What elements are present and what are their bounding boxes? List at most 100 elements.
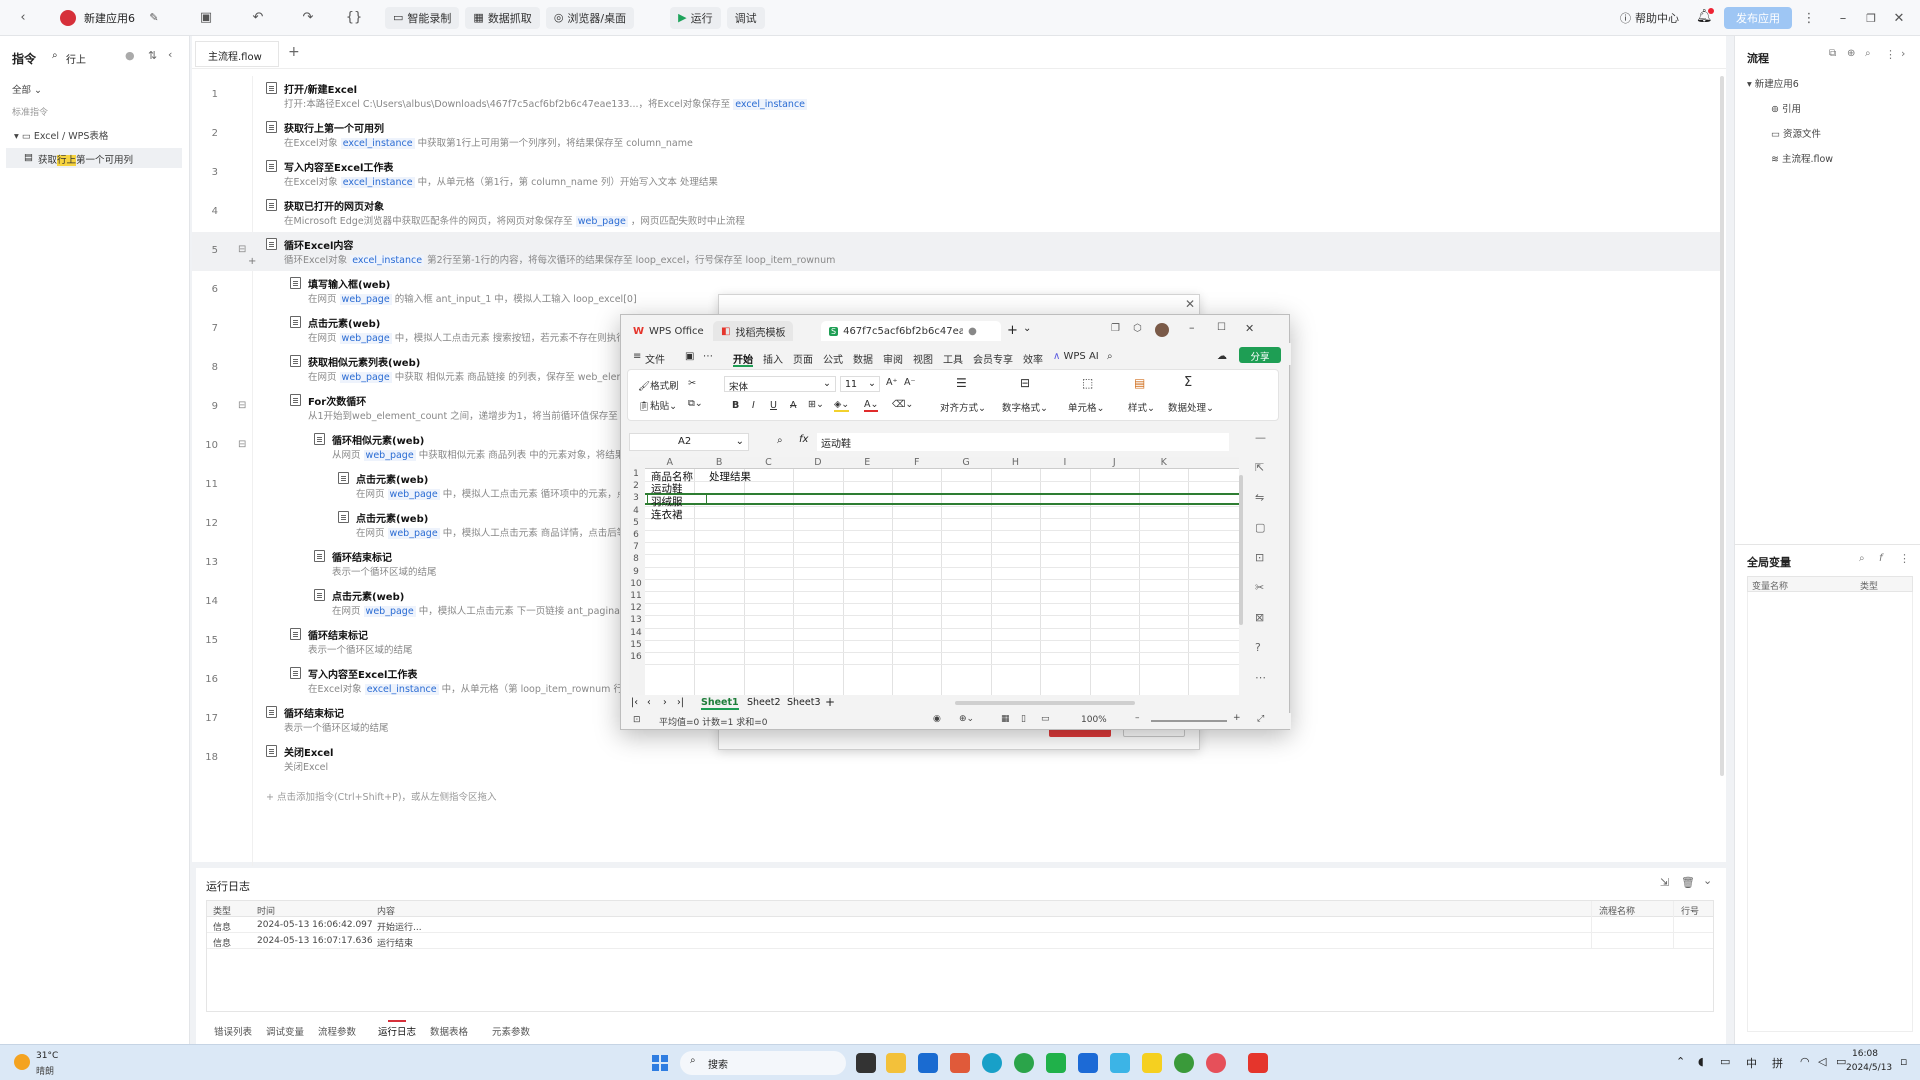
macro-icon[interactable]: ⊡ [633,715,641,725]
flow-add-icon[interactable]: ⊕ [1847,48,1855,59]
cut-icon[interactable]: ✂ [688,378,696,389]
flow-search-icon[interactable]: ⌕ [1865,48,1871,59]
template-tab[interactable]: ◧ 找稻壳模板 [713,321,794,341]
more-icon[interactable]: ⋮ [1796,7,1822,29]
border-icon[interactable]: ⊞⌄ [808,399,824,410]
weather-temp[interactable]: 31°C [36,1051,58,1061]
sheet-grid[interactable]: ABCDEFGHIJK 1 2 3 4 5 6 7 8 9 10 11 12 13 14 15 16 商品名称… [629,457,1239,695]
tab-flow-params[interactable]: 流程参数 [318,1024,356,1038]
collapse-log-icon[interactable]: ⌄ [1703,874,1712,887]
scope-dropdown[interactable]: 全部 ⌄ [12,82,42,96]
wps-close-icon[interactable]: ✕ [1245,322,1254,335]
app-title[interactable]: 新建应用6 [84,10,135,26]
ime-layout[interactable]: 拼 [1772,1055,1783,1071]
zoom-search-icon[interactable]: ⌕ [777,435,783,446]
image-tool-icon[interactable]: ⊡ [1255,551,1264,564]
tree-item-resources[interactable]: ▭ 资源文件 [1771,126,1821,140]
page-view-icon[interactable]: ▯ [1021,714,1026,724]
clear-log-icon[interactable]: 🗑︎ [1681,876,1695,889]
workbook-tab[interactable]: S 467f7c5acf6bf2b6c47eae1... ● [821,321,1001,341]
menu-tools[interactable]: 工具 [943,351,963,366]
strike-icon[interactable]: A [790,400,797,411]
filter-icon[interactable]: ⇅ [148,49,157,62]
row-header[interactable]: 15 [629,640,643,650]
font-name-select[interactable]: 宋体 ⌄ [724,376,836,393]
file-explorer-icon[interactable] [886,1053,906,1073]
row-header[interactable]: 3 [629,493,643,503]
style-button[interactable]: 样式⌄ [1128,400,1155,414]
fill-color-icon[interactable]: ◈⌄ [834,399,850,412]
cell-icon[interactable]: ⬚ [1082,376,1093,390]
number-format-icon[interactable]: ⊟ [1020,376,1030,390]
row-header[interactable]: 11 [629,591,643,601]
add-sheet-icon[interactable]: + [825,695,835,709]
flow-step[interactable]: 5 循环Excel内容 循环Excel对象 excel_instance 第2行至第… [192,232,1722,271]
menu-view[interactable]: 视图 [913,351,933,366]
excel-group[interactable]: ▾ ▭ Excel / WPS表格 [14,128,108,142]
font-color-icon[interactable]: A⌄ [864,399,879,412]
web-desktop-button[interactable]: ◎ 浏览器/桌面 [545,6,635,29]
scissors-tool-icon[interactable]: ✂ [1255,581,1264,594]
app-icon-6[interactable] [1206,1053,1226,1073]
copy-icon[interactable]: ⧉⌄ [688,398,703,409]
user-avatar[interactable] [1155,323,1169,337]
app-icon-1[interactable] [950,1053,970,1073]
flow-step[interactable]: 2 获取行上第一个可用列 在Excel对象 excel_instance 中获取第1… [192,115,1722,154]
save-doc-icon[interactable]: ▣ [685,351,694,362]
zoom-level[interactable]: 100% [1081,715,1107,725]
cloud-icon[interactable]: ☁ [1217,351,1227,362]
formula-input[interactable]: 运动鞋 [817,433,1229,451]
corner-select[interactable] [629,457,645,469]
task-view-icon[interactable] [856,1053,876,1073]
row-header[interactable]: 9 [629,567,643,577]
add-tab-icon[interactable]: + [288,44,300,60]
format-brush-button[interactable]: 🖌︎格式刷 [638,378,679,392]
column-header[interactable]: K [1139,457,1188,468]
variable-chip[interactable]: web_page [363,450,416,461]
collapse-block-icon[interactable]: ⊟ [238,400,246,411]
share-button[interactable]: 分享 [1239,347,1281,363]
editor-scrollbar[interactable] [1720,76,1724,776]
flow-action-icon[interactable]: ⧉ [1829,48,1836,59]
table-row[interactable]: 信息 2024-05-13 16:06:42.097 开始运行... [207,917,1713,933]
menu-icon[interactable]: ≡ [633,351,641,362]
wps-taskbar-icon[interactable] [1248,1053,1268,1073]
variable-chip[interactable]: web_page [387,528,440,539]
tray-app-icon[interactable]: ▭ [1720,1055,1730,1068]
decrease-font-icon[interactable]: A⁻ [904,377,916,388]
tab-close-icon[interactable]: ● [968,326,977,337]
collapse-panel-icon[interactable]: ‹ [168,48,172,61]
tab-run-log[interactable]: 运行日志 [378,1024,416,1038]
app-icon-4[interactable] [1142,1053,1162,1073]
command-search-input[interactable]: 行上 [66,51,116,66]
column-header[interactable]: H [991,457,1040,468]
bold-icon[interactable]: B [732,400,739,411]
edge-icon[interactable] [982,1053,1002,1073]
back-icon[interactable]: ‹ [10,7,36,29]
volume-icon[interactable]: ◁ [1818,1055,1826,1068]
row-header[interactable]: 7 [629,542,643,552]
wps-ai-button[interactable]: ∧ WPS AI [1053,351,1099,362]
wps-maximize-icon[interactable]: ☐ [1217,322,1226,333]
minimize-icon[interactable]: – [1830,7,1856,29]
cell-a4[interactable]: 连衣裙 [651,507,683,522]
variable-chip[interactable]: excel_instance [340,138,415,149]
italic-icon[interactable]: I [752,400,755,411]
sheet-tab-2[interactable]: Sheet2 [747,697,781,708]
tab-list-icon[interactable]: ⌄ [1023,323,1031,334]
add-command-hint[interactable]: + 点击添加指令(Ctrl+Shift+P)，或从左侧指令区拖入 [266,789,497,803]
zoom-out-icon[interactable]: – [1135,713,1140,723]
comment-tool-icon[interactable]: ▢ [1255,521,1265,534]
row-header[interactable]: 8 [629,554,643,564]
dialog-close-icon[interactable]: ✕ [1185,297,1195,311]
data-capture-button[interactable]: ▦ 数据抓取 [465,6,540,29]
variable-chip[interactable]: excel_instance [364,684,439,695]
debug-button[interactable]: 调试 [726,6,765,29]
first-sheet-icon[interactable]: |‹ [631,697,638,708]
cube-icon[interactable]: ⬡ [1133,323,1142,334]
protect-icon[interactable]: ⊕⌄ [959,714,974,724]
horizontal-scrollbar[interactable] [955,701,1135,705]
row-header[interactable]: 4 [629,506,643,516]
menu-insert[interactable]: 插入 [763,351,783,366]
eye-icon[interactable]: ◉ [933,714,941,724]
